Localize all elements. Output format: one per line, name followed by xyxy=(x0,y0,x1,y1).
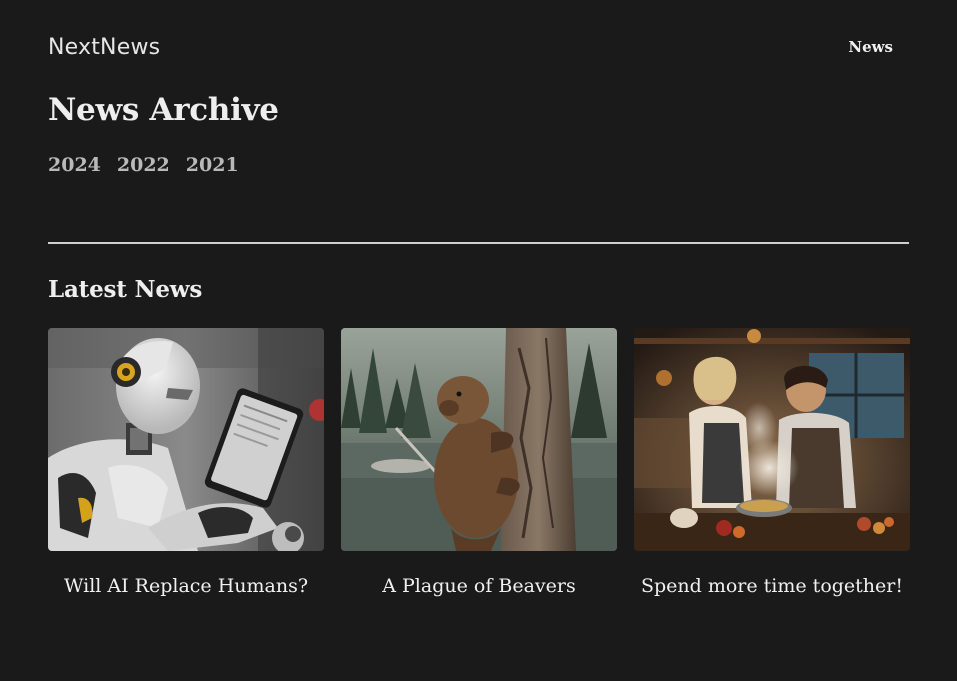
year-link-2022[interactable]: 2022 xyxy=(117,154,170,176)
robot-image[interactable] xyxy=(48,328,324,551)
nav-link-news[interactable]: News xyxy=(848,38,893,56)
news-card[interactable]: Will AI Replace Humans? xyxy=(48,328,324,597)
beaver-image[interactable] xyxy=(341,328,617,551)
year-links: 2024 2022 2021 xyxy=(48,154,239,176)
page: NextNews News News Archive 2024 2022 202… xyxy=(0,0,957,681)
year-link-2021[interactable]: 2021 xyxy=(186,154,239,176)
year-link-2024[interactable]: 2024 xyxy=(48,154,101,176)
section-divider xyxy=(48,242,909,244)
cooking-couple-image[interactable] xyxy=(634,328,910,551)
site-logo[interactable]: NextNews xyxy=(48,35,160,60)
news-card[interactable]: A Plague of Beavers xyxy=(341,328,617,597)
site-header: NextNews News xyxy=(48,30,909,64)
news-card[interactable]: Spend more time together! xyxy=(634,328,910,597)
article-title[interactable]: Spend more time together! xyxy=(634,575,910,597)
article-title[interactable]: A Plague of Beavers xyxy=(341,575,617,597)
latest-news-heading: Latest News xyxy=(48,276,203,303)
article-title[interactable]: Will AI Replace Humans? xyxy=(48,575,324,597)
news-card-list: Will AI Replace Humans? A Plague of Beav… xyxy=(48,328,910,597)
page-title: News Archive xyxy=(48,92,279,128)
